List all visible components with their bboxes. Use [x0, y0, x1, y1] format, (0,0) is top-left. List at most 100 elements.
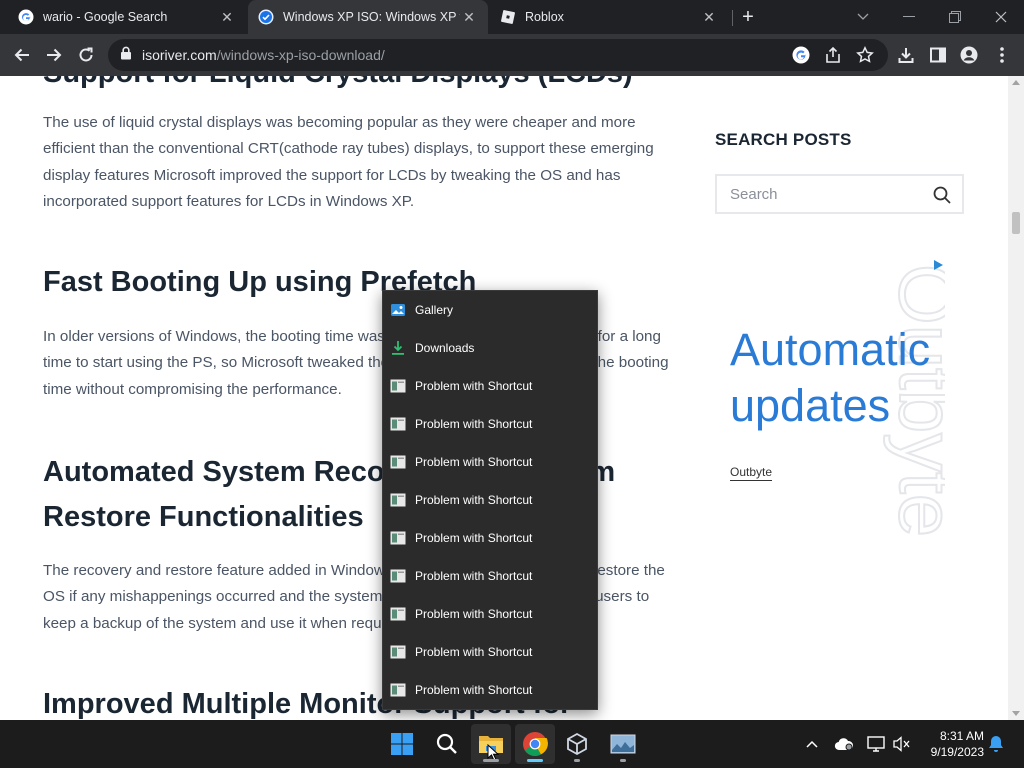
- jump-list-label: Problem with Shortcut: [415, 417, 533, 431]
- shortcut-icon: [390, 682, 406, 698]
- jump-list-label: Problem with Shortcut: [415, 493, 533, 507]
- sidebar-title: SEARCH POSTS: [715, 130, 852, 149]
- browser-toolbar: isoriver.com/windows-xp-iso-download/: [0, 34, 1024, 76]
- jump-list-label: Problem with Shortcut: [415, 569, 533, 583]
- tab-separator: [732, 10, 733, 26]
- lock-icon[interactable]: [120, 46, 132, 65]
- jump-list-label: Downloads: [415, 341, 475, 355]
- jump-list-item-shortcut[interactable]: Problem with Shortcut: [383, 557, 597, 595]
- chrome-icon[interactable]: [515, 724, 555, 764]
- shortcut-icon: [390, 492, 406, 508]
- tab-google-search[interactable]: wario - Google Search ✕: [8, 0, 246, 34]
- reload-button[interactable]: [72, 41, 100, 69]
- shortcut-icon: [390, 644, 406, 660]
- isoriver-check-icon: [258, 9, 274, 25]
- jump-list-label: Problem with Shortcut: [415, 455, 533, 469]
- back-arrow-icon: [14, 48, 29, 62]
- jump-list-label: Problem with Shortcut: [415, 683, 533, 697]
- forward-arrow-icon: [47, 48, 62, 62]
- shortcut-icon: [390, 416, 406, 432]
- jump-list-item-shortcut[interactable]: Problem with Shortcut: [383, 443, 597, 481]
- advertisement[interactable]: Outbyte Automatic updates Outbyte: [715, 254, 965, 654]
- search-icon[interactable]: [932, 185, 952, 205]
- close-icon[interactable]: ✕: [700, 8, 718, 26]
- jump-list-item-shortcut[interactable]: Problem with Shortcut: [383, 481, 597, 519]
- jump-list-label: Gallery: [415, 303, 454, 317]
- running-indicator: [620, 759, 626, 762]
- clock-time: 8:31 AM: [939, 729, 984, 743]
- onedrive-cloud-icon[interactable]: [834, 734, 854, 754]
- jump-list-label: Problem with Shortcut: [415, 531, 533, 545]
- profile-avatar-icon[interactable]: [958, 44, 980, 66]
- running-indicator: [483, 759, 499, 762]
- roblox-icon: [500, 9, 516, 25]
- tab-roblox[interactable]: Roblox ✕: [490, 0, 728, 34]
- shortcut-icon: [390, 606, 406, 622]
- search-input[interactable]: [730, 185, 920, 203]
- back-button[interactable]: [8, 41, 36, 69]
- jump-list-item-shortcut[interactable]: Problem with Shortcut: [383, 519, 597, 557]
- url-domain: isoriver.com: [142, 47, 217, 63]
- chevron-up-icon[interactable]: [802, 734, 822, 754]
- ad-headline[interactable]: Automatic updates: [730, 322, 960, 434]
- side-panel-icon[interactable]: [927, 44, 949, 66]
- scroll-up-icon[interactable]: [1012, 80, 1020, 85]
- ad-brand-link[interactable]: Outbyte: [730, 465, 773, 481]
- tab-search-chevron-icon[interactable]: [840, 0, 886, 34]
- adchoices-play-icon[interactable]: [931, 258, 945, 272]
- file-explorer-jump-list: Gallery Downloads Problem with Shortcut …: [382, 290, 598, 710]
- system-clock[interactable]: 8:31 AM 9/19/2023: [920, 728, 984, 760]
- download-icon[interactable]: [895, 44, 917, 66]
- forward-button[interactable]: [40, 41, 68, 69]
- downloads-icon: [390, 340, 406, 356]
- file-explorer-icon[interactable]: [471, 724, 511, 764]
- jump-list-item-shortcut[interactable]: Problem with Shortcut: [383, 405, 597, 443]
- address-bar[interactable]: isoriver.com/windows-xp-iso-download/: [108, 39, 888, 71]
- virtualbox-icon[interactable]: [557, 724, 597, 764]
- running-indicator: [527, 759, 543, 762]
- window-close-button[interactable]: [978, 0, 1024, 34]
- bookmark-star-icon[interactable]: [856, 46, 874, 64]
- clock-date: 9/19/2023: [930, 745, 984, 759]
- close-icon[interactable]: ✕: [218, 8, 236, 26]
- tab-title: Roblox: [525, 10, 564, 24]
- reload-icon: [79, 47, 93, 62]
- section-body-lcd: The use of liquid crystal displays was b…: [43, 114, 654, 210]
- google-g-icon: [18, 9, 34, 25]
- photos-icon[interactable]: [603, 724, 643, 764]
- jump-list-item-shortcut[interactable]: Problem with Shortcut: [383, 595, 597, 633]
- notification-bell-icon[interactable]: [986, 734, 1006, 754]
- tab-title: Windows XP ISO: Windows XP fr: [283, 10, 460, 24]
- jump-list-item-downloads[interactable]: Downloads: [383, 329, 597, 367]
- jump-list-item-shortcut[interactable]: Problem with Shortcut: [383, 367, 597, 405]
- jump-list-item-shortcut[interactable]: Problem with Shortcut: [383, 671, 597, 709]
- page-scrollbar[interactable]: [1008, 76, 1024, 720]
- jump-list-item-shortcut[interactable]: Problem with Shortcut: [383, 633, 597, 671]
- jump-list-item-gallery[interactable]: Gallery: [383, 291, 597, 329]
- new-tab-button[interactable]: +: [736, 5, 760, 29]
- search-posts-box[interactable]: [715, 174, 964, 214]
- jump-list-label: Problem with Shortcut: [415, 379, 533, 393]
- scroll-down-icon[interactable]: [1012, 711, 1020, 716]
- google-lens-icon[interactable]: [792, 46, 810, 64]
- scrollbar-thumb[interactable]: [1012, 212, 1020, 234]
- jump-list-label: Problem with Shortcut: [415, 645, 533, 659]
- shortcut-icon: [390, 378, 406, 394]
- minimize-button[interactable]: [886, 0, 932, 34]
- tab-strip: wario - Google Search ✕ Windows XP ISO: …: [0, 0, 1024, 34]
- restore-button[interactable]: [932, 0, 978, 34]
- menu-kebab-icon[interactable]: [991, 44, 1013, 66]
- running-indicator: [574, 759, 580, 762]
- shortcut-icon: [390, 530, 406, 546]
- share-icon[interactable]: [824, 46, 842, 64]
- volume-muted-icon[interactable]: [892, 734, 912, 754]
- jump-list-label: Problem with Shortcut: [415, 607, 533, 621]
- url-text: isoriver.com/windows-xp-iso-download/: [142, 47, 385, 63]
- windows-start-icon[interactable]: [382, 724, 422, 764]
- network-monitor-icon[interactable]: [866, 734, 886, 754]
- shortcut-icon: [390, 454, 406, 470]
- search-icon[interactable]: [427, 724, 467, 764]
- section-heading-lcd: Support for Liquid Crystal Displays (LCD…: [43, 76, 683, 96]
- tab-windows-xp-iso[interactable]: Windows XP ISO: Windows XP fr ✕: [248, 0, 488, 34]
- close-icon[interactable]: ✕: [460, 8, 478, 26]
